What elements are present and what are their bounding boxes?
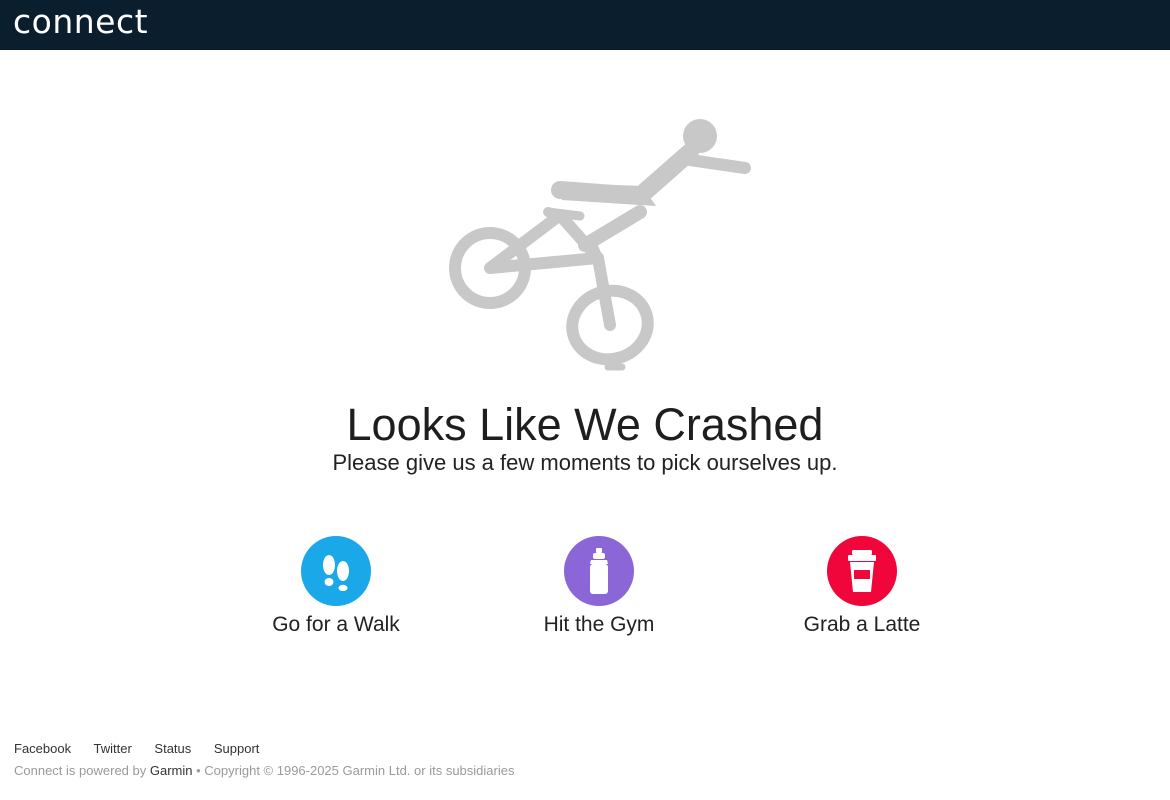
garmin-brand-link[interactable]: Garmin — [150, 763, 193, 778]
powered-by-text: Connect is powered by — [14, 763, 147, 778]
hit-the-gym-label: Hit the Gym — [543, 613, 655, 636]
copyright-text: • Copyright © 1996-2025 Garmin Ltd. or i… — [196, 763, 515, 778]
footprints-icon — [301, 536, 371, 606]
footer-links: Facebook Twitter Status Support — [14, 740, 278, 758]
page-title: Looks Like We Crashed — [346, 399, 824, 450]
hit-the-gym-option[interactable]: Hit the Gym — [489, 536, 709, 640]
footer-copyright: Connect is powered by Garmin • Copyright… — [14, 762, 514, 780]
go-for-walk-option[interactable]: Go for a Walk — [226, 536, 446, 640]
footer-link-status[interactable]: Status — [154, 741, 191, 756]
go-for-walk-label: Go for a Walk — [272, 613, 400, 636]
connect-logo[interactable]: connect — [13, 2, 148, 42]
coffee-cup-icon — [827, 536, 897, 606]
footer-link-facebook[interactable]: Facebook — [14, 741, 71, 756]
water-bottle-icon — [564, 536, 634, 606]
top-nav-bar: connect — [0, 0, 1170, 50]
grab-a-latte-option[interactable]: Grab a Latte — [752, 536, 972, 640]
footer-link-support[interactable]: Support — [214, 741, 260, 756]
footer-link-twitter[interactable]: Twitter — [93, 741, 131, 756]
grab-a-latte-label: Grab a Latte — [803, 613, 921, 636]
page-subtitle: Please give us a few moments to pick our… — [332, 450, 838, 475]
crashed-cyclist-icon — [449, 119, 751, 371]
